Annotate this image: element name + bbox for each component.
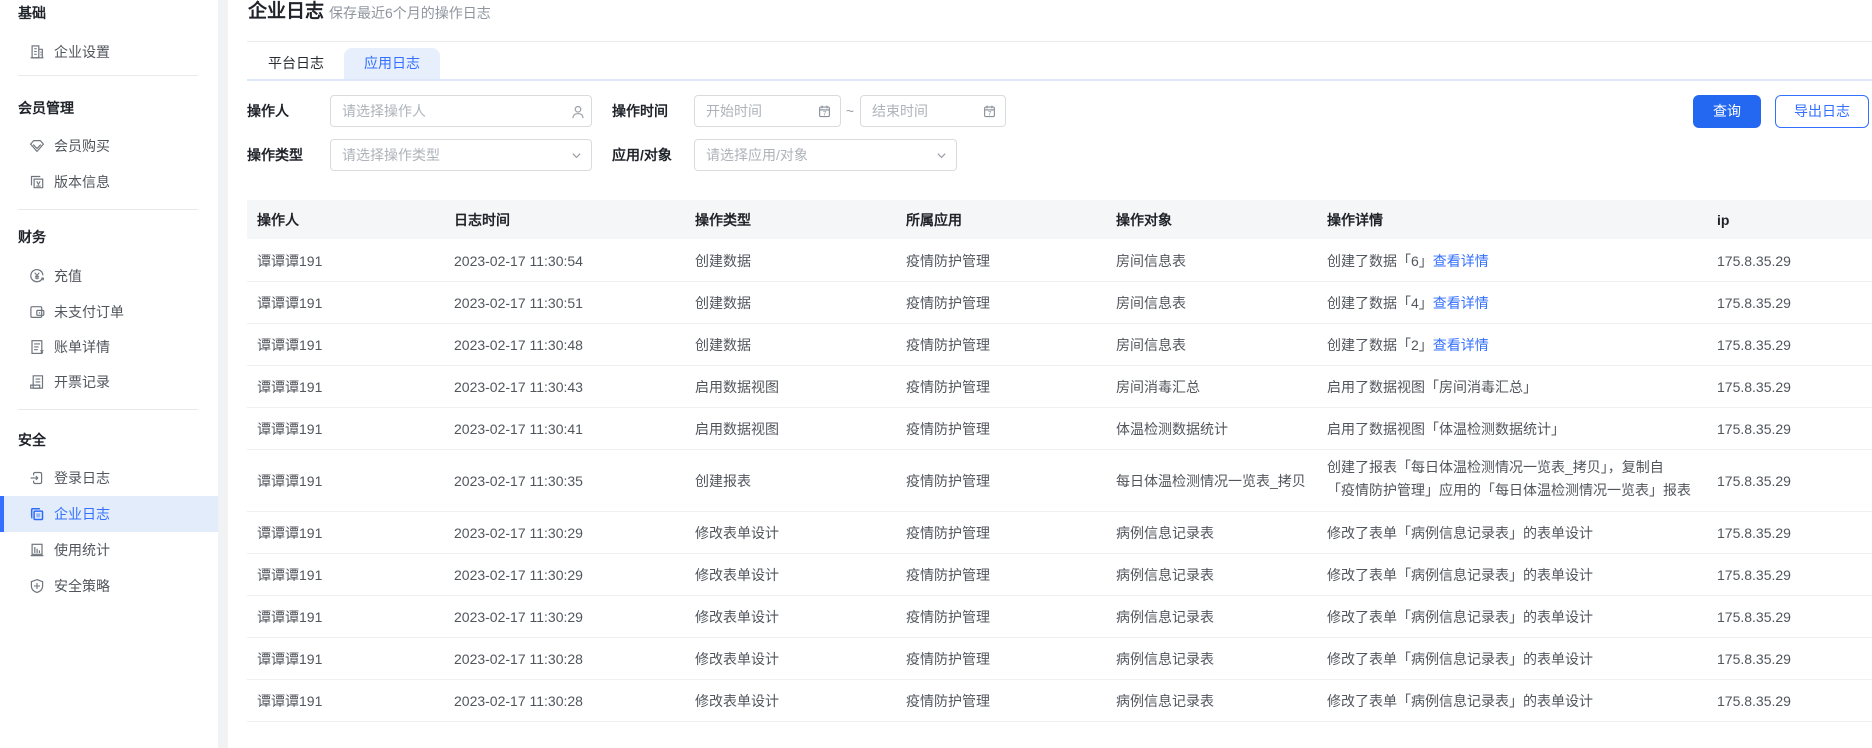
svg-text:7: 7 xyxy=(823,110,827,117)
svg-text:7: 7 xyxy=(988,110,992,117)
